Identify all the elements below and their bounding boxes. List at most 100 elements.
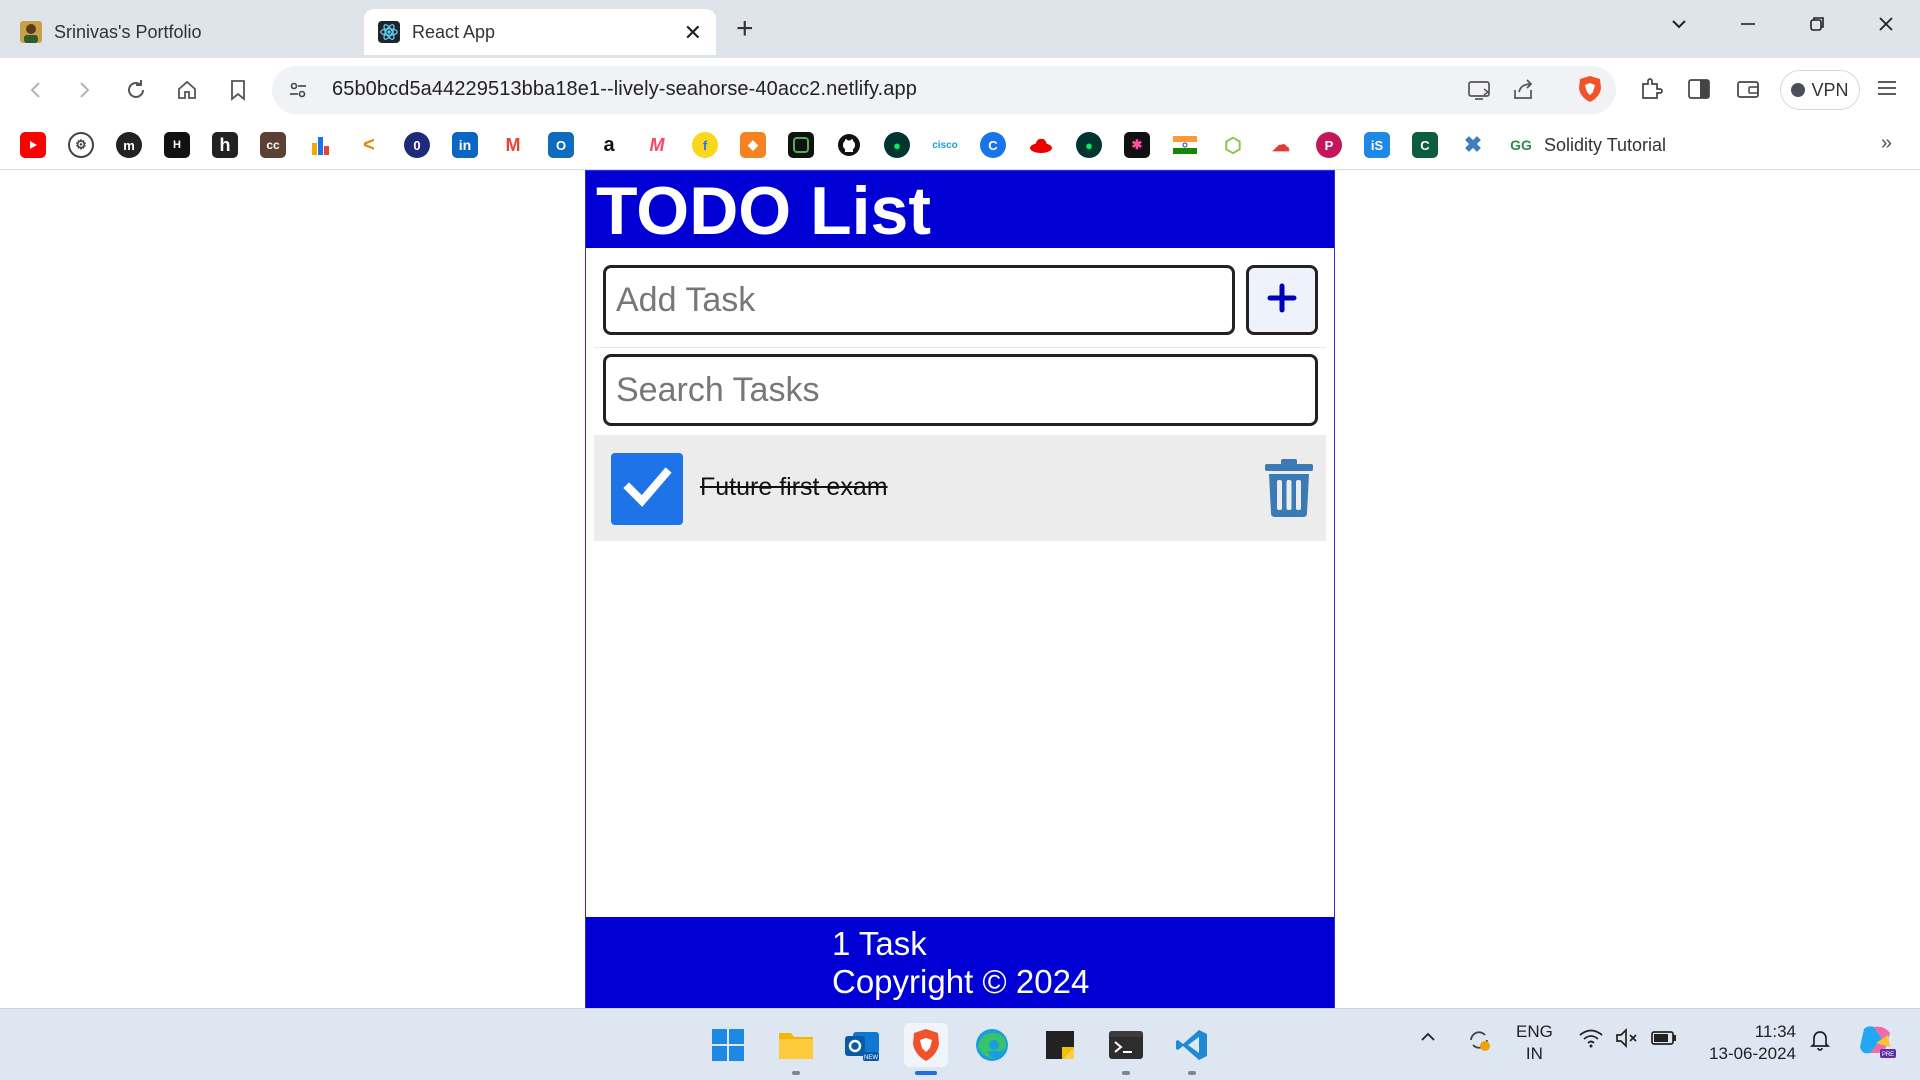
todo-app: TODO List Future first exam: [585, 170, 1335, 1010]
snowflake-bookmark-icon[interactable]: ✱: [1124, 132, 1150, 158]
outlook-bookmark-icon[interactable]: O: [548, 132, 574, 158]
hackerrank-bookmark-icon[interactable]: H: [164, 132, 190, 158]
task-label: Future first exam: [700, 473, 888, 501]
extensions-icon[interactable]: [1636, 76, 1666, 106]
clock-date: 13-06-2024: [1709, 1044, 1796, 1063]
copyright-text: Copyright © 2024: [832, 963, 1090, 1000]
gmail-bookmark-icon[interactable]: M: [500, 132, 526, 158]
cast-icon[interactable]: [1466, 78, 1494, 104]
vpn-button[interactable]: VPN: [1780, 70, 1860, 110]
mongodb-alt-bookmark-icon[interactable]: ●: [1076, 132, 1102, 158]
india-flag-bookmark-icon[interactable]: [1172, 132, 1198, 158]
more-bookmarks-icon[interactable]: »: [1881, 132, 1892, 155]
url-text[interactable]: 65b0bcd5a44229513bba18e1--lively-seahors…: [332, 78, 917, 101]
tab-search-chevron-icon[interactable]: [1664, 14, 1694, 40]
clock[interactable]: 11:34 13-06-2024: [1700, 1021, 1796, 1065]
new-tab-button[interactable]: +: [736, 12, 754, 46]
sync-icon[interactable]: [1466, 1027, 1492, 1058]
brave-shields-icon[interactable]: [1576, 74, 1604, 104]
windows-taskbar: NEW ENG IN 11:34 13-06-2024 PRE: [0, 1008, 1920, 1080]
mongodb-bookmark-icon[interactable]: ●: [884, 132, 910, 158]
address-bar[interactable]: 65b0bcd5a44229513bba18e1--lively-seahors…: [272, 66, 1616, 114]
cisco-bookmark-icon[interactable]: cisco: [932, 132, 958, 158]
browser-tab-bar: Srinivas's Portfolio React App ✕ +: [0, 0, 1920, 58]
medium-bookmark-icon[interactable]: m: [116, 132, 142, 158]
youtube-bookmark-icon[interactable]: [20, 132, 46, 158]
menu-icon[interactable]: [1872, 76, 1902, 106]
sticky-notes-icon[interactable]: [1038, 1023, 1082, 1067]
chevron-up-icon[interactable]: [1418, 1027, 1438, 1052]
task-checkbox[interactable]: [611, 453, 683, 525]
outlook-new-icon[interactable]: NEW: [840, 1023, 884, 1067]
copilot-icon[interactable]: PRE: [1856, 1023, 1896, 1064]
close-tab-icon[interactable]: ✕: [684, 20, 702, 46]
bookmark-button[interactable]: [222, 74, 254, 106]
trash-icon[interactable]: [1264, 459, 1314, 517]
restore-button[interactable]: [1802, 14, 1832, 40]
redhat-bookmark-icon[interactable]: [1028, 132, 1054, 158]
share-icon[interactable]: [1510, 78, 1538, 104]
checkmark-icon: [621, 461, 673, 518]
hashnode-bookmark-icon[interactable]: h: [212, 132, 238, 158]
cloud-bookmark-icon[interactable]: ☁: [1268, 132, 1294, 158]
site-settings-icon[interactable]: [286, 78, 310, 102]
amazon-bookmark-icon[interactable]: a: [596, 132, 622, 158]
search-tasks-input[interactable]: [603, 354, 1318, 426]
app-footer: 1 Task Copyright © 2024: [586, 917, 1334, 1010]
tab-portfolio[interactable]: Srinivas's Portfolio: [6, 9, 362, 55]
tools-bookmark-icon[interactable]: ✖: [1460, 132, 1486, 158]
terminal-bookmark-icon[interactable]: [788, 132, 814, 158]
add-task-button[interactable]: [1246, 265, 1318, 335]
svg-text:NEW: NEW: [864, 1055, 878, 1061]
divider: [594, 347, 1326, 348]
analytics-bookmark-icon[interactable]: [308, 132, 334, 158]
region-code: IN: [1525, 1044, 1543, 1063]
home-button[interactable]: [171, 74, 203, 106]
c-bookmark-icon[interactable]: C: [980, 132, 1006, 158]
notification-bell-icon[interactable]: [1808, 1027, 1832, 1056]
plus-icon: [1266, 282, 1298, 319]
vscode-icon[interactable]: [1170, 1023, 1214, 1075]
flipkart-bookmark-icon[interactable]: f: [692, 132, 718, 158]
forward-button[interactable]: [68, 74, 100, 106]
coursera-bookmark-icon[interactable]: C: [1412, 132, 1438, 158]
task-item: Future first exam: [594, 435, 1326, 541]
file-explorer-icon[interactable]: [774, 1023, 818, 1075]
running-indicator: [792, 1071, 800, 1075]
wifi-icon[interactable]: [1578, 1027, 1604, 1054]
start-button[interactable]: [706, 1023, 750, 1067]
zero-bookmark-icon[interactable]: 0: [404, 132, 430, 158]
tab-react-app[interactable]: React App ✕: [364, 9, 716, 55]
reload-button[interactable]: [120, 74, 152, 106]
leetcode-bookmark-icon[interactable]: <: [356, 132, 382, 158]
clock-time: 11:34: [1754, 1022, 1796, 1041]
battery-icon[interactable]: [1650, 1027, 1678, 1054]
close-window-button[interactable]: [1871, 14, 1901, 40]
codechef-bookmark-icon[interactable]: cc: [260, 132, 286, 158]
is-bookmark-icon[interactable]: iS: [1364, 132, 1390, 158]
sidebar-toggle-icon[interactable]: [1684, 76, 1714, 106]
volume-muted-icon[interactable]: [1614, 1027, 1640, 1054]
browser-toolbar: 65b0bcd5a44229513bba18e1--lively-seahors…: [0, 58, 1920, 122]
settings-bookmark-icon[interactable]: ⚙: [68, 132, 94, 158]
myntra-bookmark-icon[interactable]: M: [644, 132, 670, 158]
p-bookmark-icon[interactable]: P: [1316, 132, 1342, 158]
bookmark-label[interactable]: Solidity Tutorial: [1544, 132, 1666, 158]
minimize-button[interactable]: [1733, 14, 1763, 40]
wallet-icon[interactable]: [1733, 76, 1763, 106]
github-bookmark-icon[interactable]: [836, 132, 862, 158]
cube-bookmark-icon[interactable]: ⬡: [1220, 132, 1246, 158]
brave-taskbar-icon[interactable]: [904, 1023, 948, 1075]
page-title: TODO List: [596, 173, 931, 249]
back-button[interactable]: [20, 74, 52, 106]
add-task-input[interactable]: [603, 265, 1235, 335]
geeksforgeeks-bookmark-icon[interactable]: GG: [1508, 132, 1534, 158]
linkedin-bookmark-icon[interactable]: in: [452, 132, 478, 158]
tab-title: React App: [412, 21, 496, 42]
package-bookmark-icon[interactable]: ◆: [740, 132, 766, 158]
edge-icon[interactable]: [970, 1023, 1014, 1067]
terminal-icon[interactable]: [1104, 1023, 1148, 1075]
language-indicator[interactable]: ENG IN: [1516, 1021, 1553, 1065]
tab-title: Srinivas's Portfolio: [54, 21, 202, 42]
running-indicator: [1188, 1071, 1196, 1075]
